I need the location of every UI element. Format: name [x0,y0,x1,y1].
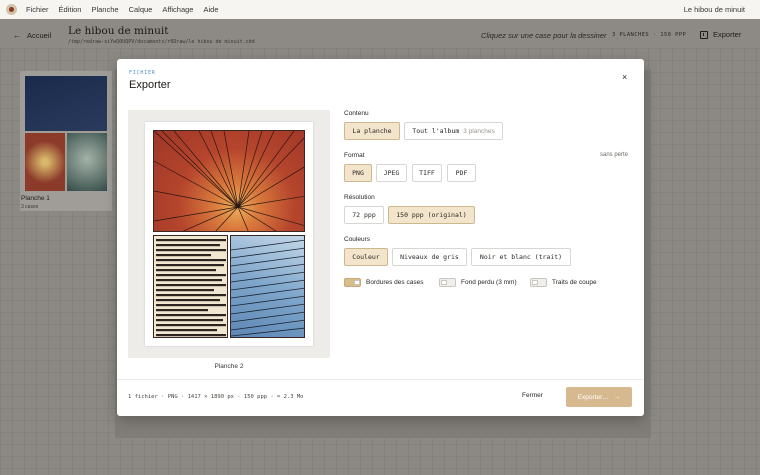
toggle-knob [354,280,360,285]
menu-aide[interactable]: Aide [203,5,218,14]
format-option-jpeg[interactable]: JPEG [376,164,407,182]
dialog-title: Exporter [129,79,171,91]
export-dialog: FICHIER Exporter × Planche 2 Contenu La … [117,59,644,416]
back-label: Accueil [27,31,52,40]
preview-panel-sunburst [153,130,305,232]
option-label: PDF [455,169,468,177]
content-option-album[interactable]: Tout l'album 3 planches [404,122,503,140]
preview-label: Planche 2 [214,363,244,370]
format-option-pdf[interactable]: PDF [447,164,476,182]
toggle-label-crop-marks: Traits de coupe [552,279,597,286]
menu-bar: Fichier Édition Planche Calque Affichage… [0,0,760,19]
menu-calque[interactable]: Calque [129,5,153,14]
dialog-eyebrow: FICHIER [129,70,156,76]
text-stripes [156,239,226,337]
option-label: Couleur [352,253,380,261]
format-note: sans perte [600,152,629,158]
toggle-bleed[interactable] [439,278,456,287]
export-summary: 1 fichier · PNG · 1417 × 1890 px · 150 p… [128,394,304,400]
content-option-page[interactable]: La planche [344,122,400,140]
option-label: Niveaux de gris [400,253,459,261]
format-option-png[interactable]: PNG [344,164,372,182]
hint-text: Cliquez sur une case pour la dessiner [481,31,607,40]
option-label: JPEG [383,169,400,177]
menu-edition[interactable]: Édition [59,5,82,14]
option-label: Noir et blanc (trait) [479,253,563,261]
toggle-label-borders: Bordures des cases [366,279,424,286]
preview-panel-rain [230,235,305,338]
colors-option-color[interactable]: Couleur [344,248,388,266]
option-extra: 3 planches [463,127,495,135]
document-path: /tmp/redraw-siYwQ0UQPV/documents/r6Draw/… [68,39,255,45]
export-icon [700,30,708,39]
preview-page [145,122,313,346]
document-title: Le hibou de minuit [68,25,169,37]
menu-fichier[interactable]: Fichier [26,5,49,14]
toggle-panel-borders[interactable] [344,278,361,287]
option-label: La planche [352,127,392,135]
resolution-section-title: Résolution [344,194,375,201]
preview-panel-text [153,235,228,338]
thumbnail-panel [25,133,65,191]
content-section-title: Contenu [344,110,369,117]
header-export-button[interactable]: Exporter [700,30,741,39]
thumbnail-sub: 3 cases [21,204,39,210]
format-option-tiff[interactable]: TIFF [412,164,442,182]
close-button[interactable]: Fermer [522,392,543,399]
menu-planche[interactable]: Planche [91,5,118,14]
header-export-label: Exporter [713,30,742,39]
document-header: ← Accueil Le hibou de minuit /tmp/redraw… [0,19,760,48]
thumbnail-panel [25,76,107,131]
toggle-label-bleed: Fond perdu (3 mm) [461,279,517,286]
option-label: PNG [352,169,364,177]
export-button[interactable]: Exporter… → [566,387,632,407]
resolution-option-150[interactable]: 150 ppp (original) [388,206,475,224]
option-label: 150 ppp (original) [396,211,467,219]
app-logo-icon [6,4,17,15]
footer-divider [117,379,644,380]
arrow-right-icon: → [613,393,621,401]
toggle-knob [532,280,538,285]
back-button[interactable]: ← Accueil [13,31,51,40]
option-label: 72 ppp [352,211,376,219]
format-section-title: Format [344,152,365,159]
toggle-crop-marks[interactable] [530,278,547,287]
toggle-knob [441,280,447,285]
export-button-label: Exporter… [577,393,609,401]
colors-option-lineart[interactable]: Noir et blanc (trait) [471,248,571,266]
option-label: Tout l'album [412,127,460,135]
app-name: Le hibou de minuit [683,5,745,14]
arrow-left-icon: ← [13,31,21,40]
page-preview [128,110,330,358]
thumbnail-label: Planche 1 [21,195,50,202]
colors-section-title: Couleurs [344,236,371,243]
page-thumbnail-1[interactable] [20,71,112,211]
option-label: TIFF [419,169,435,177]
thumbnail-panel [67,133,107,191]
colors-option-grayscale[interactable]: Niveaux de gris [392,248,467,266]
rain-lines [231,239,304,337]
resolution-option-72[interactable]: 72 ppp [344,206,384,224]
document-counts: 3 PLANCHES · 150 PPP [612,32,687,38]
sunburst-lines [154,131,304,231]
close-icon[interactable]: × [622,72,627,82]
menu-affichage[interactable]: Affichage [162,5,193,14]
